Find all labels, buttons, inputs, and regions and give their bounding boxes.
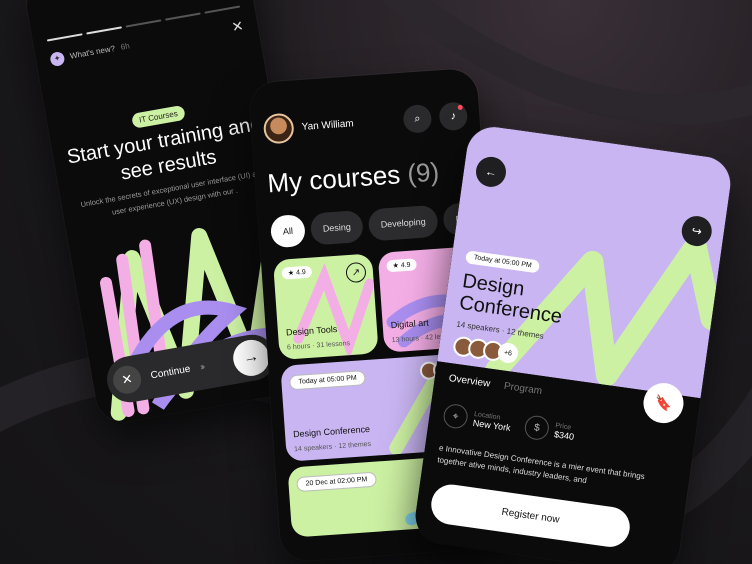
rating-badge: ★ 4.9 (386, 258, 417, 273)
register-button[interactable]: Register now (428, 481, 633, 550)
event-detail-phone: ← ↪ Today at 05:00 PM Design Conference … (412, 123, 734, 564)
filter-all[interactable]: All (269, 214, 307, 249)
chevrons-icon: ››› (199, 361, 204, 372)
avatar[interactable] (262, 112, 295, 145)
location-info: ⌖ Location New York (442, 402, 513, 436)
page-title-text: My courses (266, 159, 402, 199)
rating-badge: ★ 4.9 (281, 265, 313, 280)
more-speakers: +6 (496, 341, 520, 365)
dollar-icon: $ (523, 414, 551, 442)
search-icon: ⌕ (413, 112, 421, 125)
star-icon: ★ (287, 269, 295, 278)
star-icon: ★ (392, 262, 400, 270)
tab-overview[interactable]: Overview (448, 373, 491, 390)
event-info: Overview Program 🔖 ⌖ Location New York $ … (412, 361, 701, 564)
rating-value: 4.9 (295, 269, 307, 277)
detail-tabs: Overview Program (448, 373, 543, 397)
courses-header: Yan William ⌕ ♪ (262, 100, 469, 145)
filter-developing[interactable]: Developing (367, 204, 439, 242)
price-value: $340 (553, 428, 575, 442)
story-header-label: What's new? (69, 43, 116, 61)
search-button[interactable]: ⌕ (402, 103, 433, 134)
app-logo-icon: ✦ (49, 50, 66, 67)
user-name: Yan William (301, 117, 354, 133)
page-title: My courses (9) (267, 156, 441, 199)
course-card-design-tools[interactable]: ★ 4.9 ↗ Design Tools 6 hours · 31 lesson… (272, 253, 379, 361)
course-count: (9) (406, 156, 441, 189)
continue-label: Continue (149, 363, 192, 381)
dismiss-button[interactable]: ✕ (110, 363, 144, 396)
event-hero: ← ↪ Today at 05:00 PM Design Conference … (437, 123, 734, 399)
location-pin-icon: ⌖ (442, 402, 470, 430)
story-header: ✦ What's new? 6h ✕ (49, 17, 245, 68)
event-info-row: ⌖ Location New York $ Price $340 (442, 402, 576, 445)
rating-value: 4.9 (400, 261, 411, 270)
bell-icon: ♪ (450, 110, 457, 123)
filter-desing[interactable]: Desing (309, 209, 364, 246)
notification-dot (457, 104, 463, 110)
close-icon[interactable]: ✕ (230, 17, 245, 36)
tab-program[interactable]: Program (503, 381, 543, 397)
filter-chips: All Desing Developing D (269, 202, 476, 249)
story-time: 6h (120, 41, 131, 52)
price-info: $ Price $340 (523, 414, 576, 445)
notifications-button[interactable]: ♪ (438, 101, 469, 132)
